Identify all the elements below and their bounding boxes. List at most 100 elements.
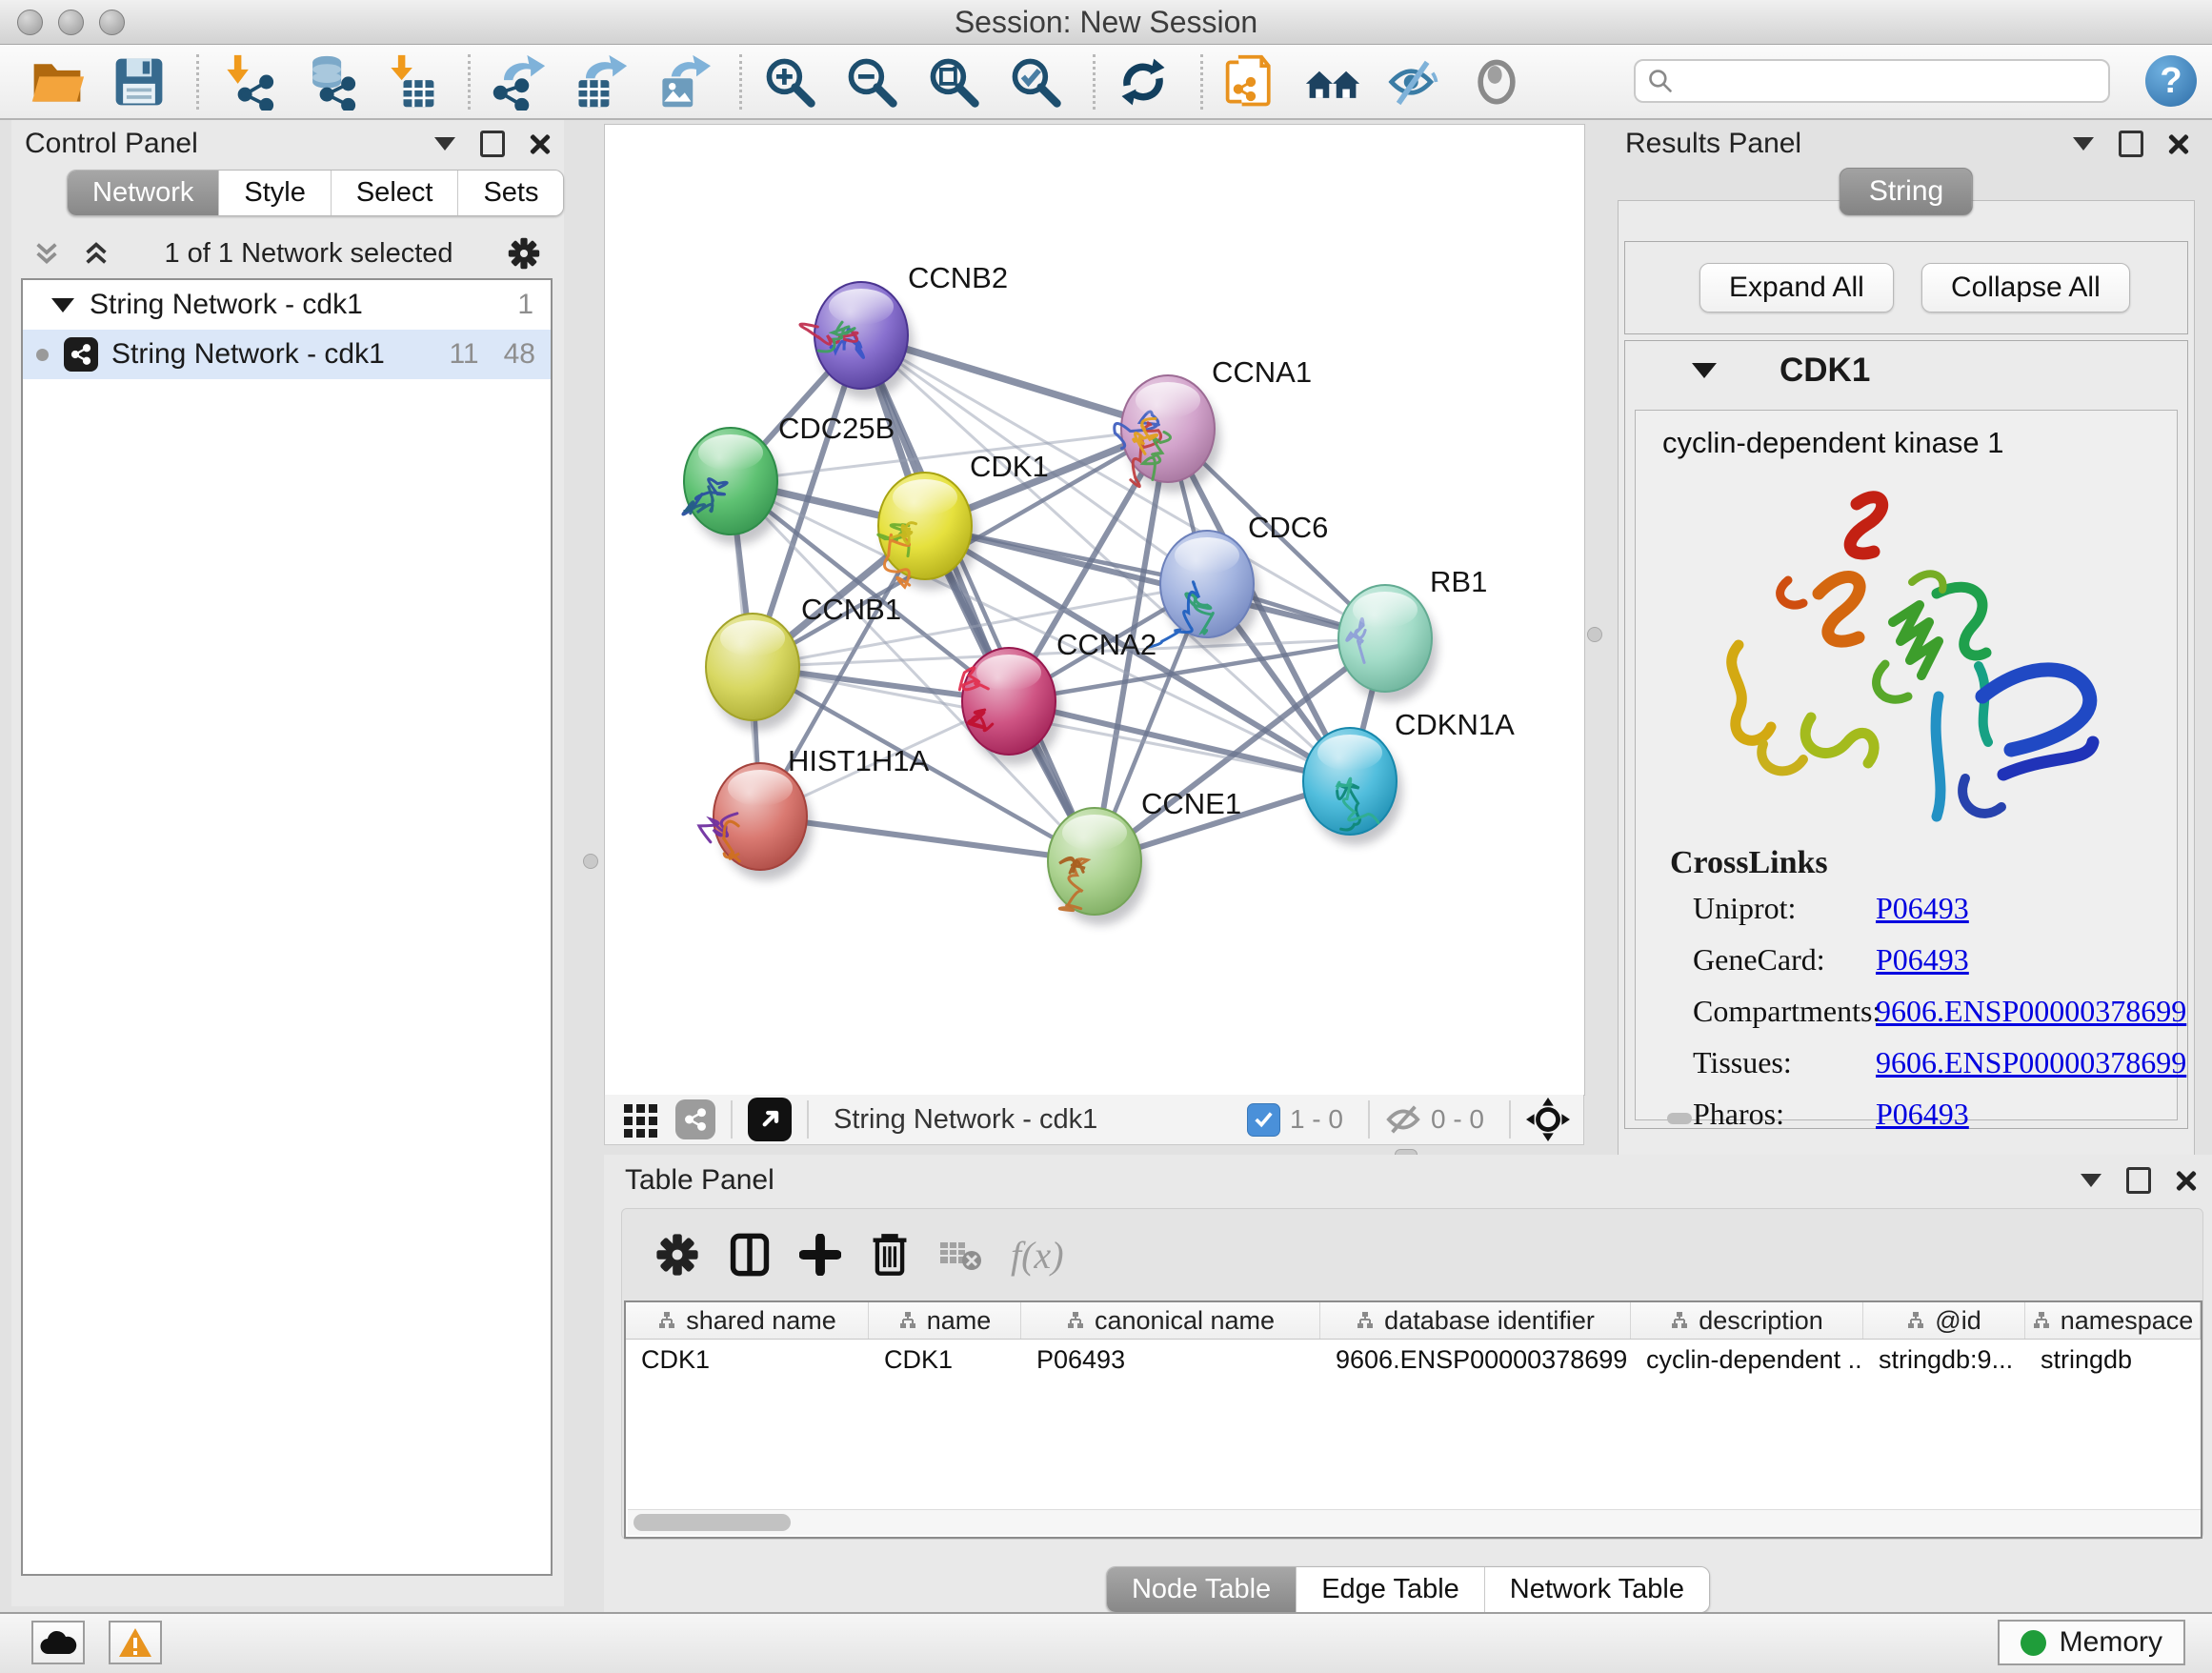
save-session-icon[interactable] <box>109 51 170 112</box>
toolbar-divider <box>1200 54 1203 110</box>
delete-table-icon[interactable] <box>938 1237 982 1273</box>
share-document-icon[interactable] <box>1220 51 1281 112</box>
column-header[interactable]: namespace <box>2025 1302 2201 1339</box>
network-node[interactable] <box>878 473 977 590</box>
panel-close-icon[interactable] <box>2176 1170 2197 1191</box>
memory-button[interactable]: Memory <box>1998 1620 2185 1665</box>
cloud-button[interactable] <box>31 1621 85 1664</box>
table-toolbox: f(x) shared namenamecanonical namedataba… <box>621 1208 2203 1540</box>
zoom-out-icon[interactable] <box>841 51 902 112</box>
crosslink-link[interactable]: P06493 <box>1876 891 1969 926</box>
collapse-section-icon[interactable] <box>1692 363 1717 378</box>
tab-sets[interactable]: Sets <box>458 171 563 215</box>
network-node[interactable] <box>699 763 813 880</box>
network-graph[interactable]: CCNB2CCNA1CDC25BCDK1CDC6RB1CCNB1CCNA2CDK… <box>605 125 1584 1095</box>
crosslink-link[interactable]: P06493 <box>1876 1097 1969 1132</box>
column-header[interactable]: shared name <box>626 1302 869 1339</box>
network-node[interactable] <box>1338 585 1438 702</box>
help-icon[interactable]: ? <box>2145 55 2197 107</box>
panel-close-icon[interactable] <box>2168 133 2189 154</box>
open-session-icon[interactable] <box>27 51 88 112</box>
tab-string[interactable]: String <box>1840 168 1973 215</box>
crosslink-label: GeneCard: <box>1693 942 1876 978</box>
delete-column-icon[interactable] <box>870 1232 910 1278</box>
vertical-splitter-handle[interactable] <box>583 854 598 869</box>
column-header[interactable]: @id <box>1863 1302 2025 1339</box>
table-scrollbar-thumb[interactable] <box>633 1514 791 1531</box>
open-in-window-icon[interactable] <box>748 1098 792 1141</box>
network-node[interactable] <box>959 648 1061 765</box>
tab-node-table[interactable]: Node Table <box>1107 1567 1297 1612</box>
function-builder-icon[interactable]: f(x) <box>1011 1233 1064 1278</box>
table-row[interactable]: CDK1CDK1P064939606.ENSP00000378699cyclin… <box>626 1340 2201 1380</box>
expand-all-icon[interactable] <box>82 239 111 268</box>
gene-header[interactable]: CDK1 <box>1625 341 2187 400</box>
birdseye-icon[interactable] <box>1466 51 1527 112</box>
panel-close-icon[interactable] <box>530 133 551 154</box>
zoom-fit-icon[interactable] <box>923 51 984 112</box>
import-network-file-icon[interactable] <box>216 51 277 112</box>
zoom-selected-icon[interactable] <box>1005 51 1066 112</box>
column-header[interactable]: name <box>869 1302 1021 1339</box>
vertical-splitter-handle[interactable] <box>1587 627 1602 642</box>
collapse-all-icon[interactable] <box>32 239 61 268</box>
panel-float-icon[interactable] <box>480 131 505 157</box>
column-header[interactable]: canonical name <box>1021 1302 1320 1339</box>
selected-checkbox-icon[interactable] <box>1247 1103 1280 1137</box>
results-scrollbar-thumb[interactable] <box>1667 1113 1692 1124</box>
tab-network-table[interactable]: Network Table <box>1485 1567 1709 1612</box>
expand-all-button[interactable]: Expand All <box>1699 263 1894 312</box>
table-settings-gear-icon[interactable] <box>654 1232 700 1278</box>
panel-menu-icon[interactable] <box>434 137 455 151</box>
network-node[interactable] <box>1115 375 1220 493</box>
zoom-in-icon[interactable] <box>759 51 820 112</box>
hidden-eye-icon[interactable] <box>1385 1103 1421 1136</box>
grid-icon[interactable] <box>620 1099 662 1140</box>
crosslink-link[interactable]: P06493 <box>1876 942 1969 978</box>
tab-edge-table[interactable]: Edge Table <box>1297 1567 1485 1612</box>
network-node[interactable] <box>1148 531 1259 648</box>
panel-float-icon[interactable] <box>2119 131 2143 157</box>
collapse-all-button[interactable]: Collapse All <box>1921 263 2130 312</box>
collection-expand-icon[interactable] <box>51 298 74 312</box>
import-network-database-icon[interactable] <box>298 51 359 112</box>
tab-select[interactable]: Select <box>332 171 459 215</box>
export-image-icon[interactable] <box>652 51 713 112</box>
crosshair-icon[interactable] <box>1526 1098 1570 1141</box>
gear-icon[interactable] <box>507 236 541 271</box>
home-icon[interactable] <box>1302 51 1363 112</box>
search-input[interactable] <box>1674 65 2108 97</box>
export-network-icon[interactable] <box>488 51 549 112</box>
control-panel-title: Control Panel <box>25 128 198 160</box>
tab-style[interactable]: Style <box>219 171 331 215</box>
network-row[interactable]: String Network - cdk1 11 48 <box>23 330 551 379</box>
warning-button[interactable] <box>109 1621 162 1664</box>
panel-menu-icon[interactable] <box>2081 1174 2101 1187</box>
show-hide-details-icon[interactable] <box>1384 51 1445 112</box>
search-box[interactable] <box>1634 59 2110 103</box>
column-header[interactable]: database identifier <box>1320 1302 1631 1339</box>
network-node[interactable] <box>1303 728 1402 845</box>
import-table-icon[interactable] <box>380 51 441 112</box>
crosslink-link[interactable]: 9606.ENSP00000378699 <box>1876 1045 2186 1080</box>
crosslink-link[interactable]: 9606.ENSP00000378699 <box>1876 994 2186 1029</box>
network-node[interactable] <box>683 428 783 545</box>
hidden-count: 0 - 0 <box>1431 1104 1484 1135</box>
gene-section: CDK1 cyclin-dependent kinase 1 <box>1624 340 2188 1129</box>
share-view-icon[interactable] <box>675 1099 715 1139</box>
network-collection-row[interactable]: String Network - cdk1 1 <box>23 280 551 330</box>
export-table-icon[interactable] <box>570 51 631 112</box>
table-tabs: Node TableEdge TableNetwork Table <box>604 1566 2212 1613</box>
add-column-icon[interactable] <box>799 1234 841 1276</box>
tab-network[interactable]: Network <box>68 171 219 215</box>
show-columns-icon[interactable] <box>729 1232 771 1278</box>
table-horizontal-scrollbar[interactable] <box>628 1509 2202 1535</box>
network-node[interactable] <box>706 614 805 731</box>
panel-menu-icon[interactable] <box>2073 137 2094 151</box>
panel-float-icon[interactable] <box>2126 1167 2151 1194</box>
results-panel-title: Results Panel <box>1625 128 1801 160</box>
refresh-icon[interactable] <box>1113 51 1174 112</box>
column-header[interactable]: description <box>1631 1302 1863 1339</box>
network-view[interactable]: CCNB2CCNA1CDC25BCDK1CDC6RB1CCNB1CCNA2CDK… <box>604 124 1585 1096</box>
network-node[interactable] <box>1048 808 1147 925</box>
